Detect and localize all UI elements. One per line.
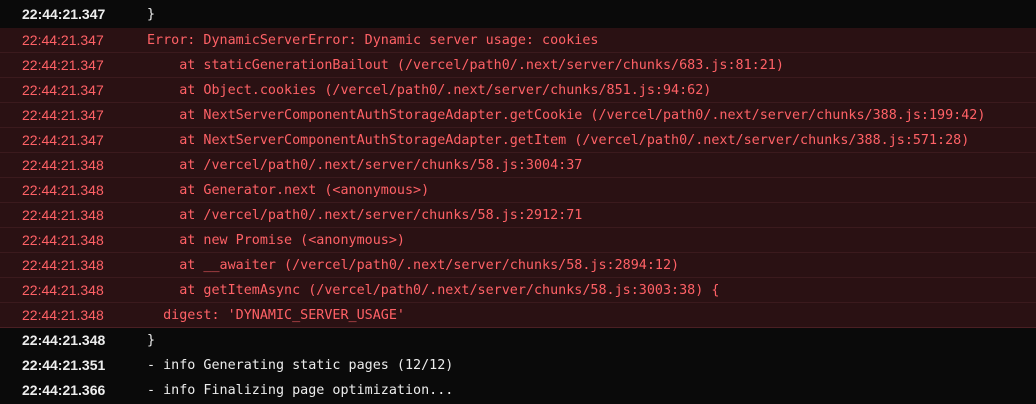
log-row-error: 22:44:21.348 at __awaiter (/vercel/path0… bbox=[0, 253, 1036, 278]
log-row: 22:44:21.347 } bbox=[0, 0, 1036, 28]
log-message: - info Finalizing page optimization... bbox=[147, 383, 454, 398]
log-message: at /vercel/path0/.next/server/chunks/58.… bbox=[147, 157, 583, 173]
log-timestamp: 22:44:21.347 bbox=[22, 81, 104, 98]
log-message: } bbox=[147, 333, 156, 348]
log-timestamp: 22:44:21.348 bbox=[22, 306, 104, 323]
log-timestamp: 22:44:21.347 bbox=[22, 56, 104, 73]
log-timestamp: 22:44:21.348 bbox=[22, 156, 104, 173]
log-row-error: 22:44:21.347 Error: DynamicServerError: … bbox=[0, 28, 1036, 53]
log-row-error: 22:44:21.347 at Object.cookies (/vercel/… bbox=[0, 78, 1036, 103]
log-message: at Object.cookies (/vercel/path0/.next/s… bbox=[147, 82, 712, 98]
log-message: at staticGenerationBailout (/vercel/path… bbox=[147, 57, 784, 73]
log-message: at new Promise (<anonymous>) bbox=[147, 232, 405, 248]
build-log: 22:44:21.347 } 22:44:21.347 Error: Dynam… bbox=[0, 0, 1036, 404]
log-message: - info Generating static pages (12/12) bbox=[147, 358, 454, 373]
log-timestamp: 22:44:21.347 bbox=[22, 106, 104, 123]
log-timestamp: 22:44:21.348 bbox=[22, 256, 104, 273]
log-message: Error: DynamicServerError: Dynamic serve… bbox=[147, 32, 599, 48]
log-message: at Generator.next (<anonymous>) bbox=[147, 182, 430, 198]
log-timestamp: 22:44:21.366 bbox=[22, 382, 106, 398]
log-row-error: 22:44:21.348 at /vercel/path0/.next/serv… bbox=[0, 203, 1036, 228]
log-timestamp: 22:44:21.348 bbox=[22, 332, 106, 348]
log-timestamp: 22:44:21.348 bbox=[22, 206, 104, 223]
log-timestamp: 22:44:21.347 bbox=[22, 31, 104, 48]
log-row-error: 22:44:21.348 at /vercel/path0/.next/serv… bbox=[0, 153, 1036, 178]
log-row-error: 22:44:21.348 digest: 'DYNAMIC_SERVER_USA… bbox=[0, 303, 1036, 328]
log-timestamp: 22:44:21.348 bbox=[22, 231, 104, 248]
log-row: 22:44:21.351 - info Generating static pa… bbox=[0, 353, 1036, 378]
log-timestamp: 22:44:21.348 bbox=[22, 281, 104, 298]
log-row-error: 22:44:21.348 at Generator.next (<anonymo… bbox=[0, 178, 1036, 203]
log-timestamp: 22:44:21.348 bbox=[22, 181, 104, 198]
log-message: at __awaiter (/vercel/path0/.next/server… bbox=[147, 257, 680, 273]
log-message: at getItemAsync (/vercel/path0/.next/ser… bbox=[147, 282, 720, 298]
log-timestamp: 22:44:21.347 bbox=[22, 5, 106, 22]
log-message: at /vercel/path0/.next/server/chunks/58.… bbox=[147, 207, 583, 223]
log-message: digest: 'DYNAMIC_SERVER_USAGE' bbox=[147, 307, 405, 323]
log-row-error: 22:44:21.348 at getItemAsync (/vercel/pa… bbox=[0, 278, 1036, 303]
log-timestamp: 22:44:21.351 bbox=[22, 357, 106, 373]
log-row-error: 22:44:21.347 at NextServerComponentAuthS… bbox=[0, 103, 1036, 128]
log-message: } bbox=[147, 6, 156, 22]
log-row-error: 22:44:21.348 at new Promise (<anonymous>… bbox=[0, 228, 1036, 253]
log-message: at NextServerComponentAuthStorageAdapter… bbox=[147, 132, 970, 148]
log-message: at NextServerComponentAuthStorageAdapter… bbox=[147, 107, 986, 123]
log-row: 22:44:21.348 } bbox=[0, 328, 1036, 353]
log-row-error: 22:44:21.347 at staticGenerationBailout … bbox=[0, 53, 1036, 78]
log-timestamp: 22:44:21.347 bbox=[22, 131, 104, 148]
log-row-error: 22:44:21.347 at NextServerComponentAuthS… bbox=[0, 128, 1036, 153]
log-row: 22:44:21.366 - info Finalizing page opti… bbox=[0, 378, 1036, 403]
